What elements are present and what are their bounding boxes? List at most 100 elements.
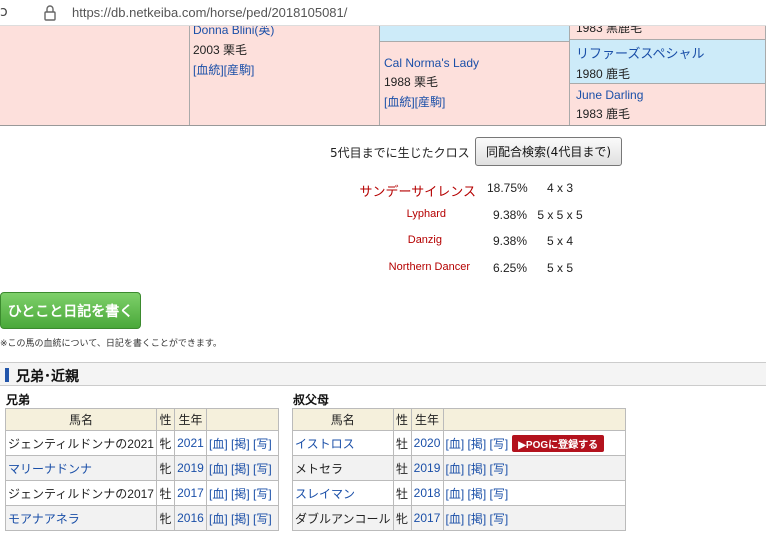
uncles-table: 馬名 性 生年 イストロス 牡 2020 [血] [掲] [写] ▶POGに登録す… xyxy=(292,408,627,531)
horse-name: ダブルアンコール xyxy=(292,505,394,531)
horse-name: メトセラ xyxy=(292,455,394,481)
write-diary-button[interactable]: ひとこと日記を書く xyxy=(0,292,141,329)
table-row: ジェンティルドンナの2017 牡 2017 [血] [掲] [写] xyxy=(5,480,280,506)
cross-horse-name[interactable]: Danzig xyxy=(408,234,442,246)
section-header-siblings: 兄弟･近親 xyxy=(0,362,766,386)
horse-sex: 牡 xyxy=(392,480,412,506)
table-row: ジェンティルドンナの2021 牝 2021 [血] [掲] [写] xyxy=(5,430,280,456)
horse-sex: 牝 xyxy=(155,505,175,531)
horse-name-link[interactable]: モアナアネラ xyxy=(8,512,80,526)
pedigree-horse-info: 1983 鹿毛 xyxy=(576,107,631,121)
horse-name-link[interactable]: イストロス xyxy=(295,437,355,451)
table-row: スレイマン 牡 2018 [血] [掲] [写] xyxy=(292,480,627,506)
cross-percent: 18.75% xyxy=(487,181,528,195)
pedigree-table: Donna Blini(英) 2003 栗毛 [血統][産駒] Cal Norm… xyxy=(0,26,766,126)
horse-name-cell: マリーナドンナ xyxy=(5,455,157,481)
cross-row: Lyphard 9.38% 5 x 5 x 5 xyxy=(0,208,766,228)
horse-name-cell: モアナアネラ xyxy=(5,505,157,531)
cross-row: Northern Dancer 6.25% 5 x 5 xyxy=(0,261,766,281)
horse-year[interactable]: 2017 xyxy=(173,480,207,506)
horse-year[interactable]: 2019 xyxy=(173,455,207,481)
cross-horse-name[interactable]: Northern Dancer xyxy=(389,261,470,273)
uncles-heading: 叔父母 xyxy=(293,393,330,407)
cross-row: Danzig 9.38% 5 x 4 xyxy=(0,234,766,254)
horse-links-cell: [血] [掲] [写] ▶POGに登録する xyxy=(442,430,627,456)
table-row: ダブルアンコール 牝 2017 [血] [掲] [写] xyxy=(292,505,627,531)
horse-sex: 牝 xyxy=(155,430,175,456)
horse-year[interactable]: 2016 xyxy=(173,505,207,531)
horse-name: ジェンティルドンナの2017 xyxy=(5,480,157,506)
horse-year[interactable]: 2019 xyxy=(410,455,444,481)
cross-horse-name[interactable]: Lyphard xyxy=(407,208,446,220)
pedigree-cell-blue xyxy=(380,26,570,42)
horse-name: ジェンティルドンナの2021 xyxy=(5,430,157,456)
horse-links[interactable]: [血] [掲] [写] xyxy=(442,455,627,481)
horse-name-link[interactable]: スレイマン xyxy=(295,487,355,501)
pedigree-horse-name[interactable]: Donna Blini(英) xyxy=(193,26,376,38)
col-header-links xyxy=(205,408,280,431)
horse-links[interactable]: [血] [掲] [写] xyxy=(205,430,280,456)
horse-sex: 牝 xyxy=(155,455,175,481)
horse-links[interactable]: [血] [掲] [写] xyxy=(442,505,627,531)
col-header-links xyxy=(442,408,627,431)
horse-year[interactable]: 2021 xyxy=(173,430,207,456)
horse-name-link[interactable]: マリーナドンナ xyxy=(8,462,92,476)
pedigree-cell-top: 1983 黒鹿毛 xyxy=(570,26,766,40)
table-header-row: 馬名 性 生年 xyxy=(5,408,280,431)
horse-links[interactable]: [血] [掲] [写] xyxy=(205,505,280,531)
col-header-year: 生年 xyxy=(410,408,444,431)
horse-links[interactable]: [血] [掲] [写] xyxy=(205,480,280,506)
url-text[interactable]: https://db.netkeiba.com/horse/ped/201810… xyxy=(72,5,347,20)
pedigree-horse-info: 1983 黒鹿毛 xyxy=(576,26,643,35)
pedigree-links[interactable]: [血統][産駒] xyxy=(384,93,566,110)
col-header-sex: 性 xyxy=(392,408,412,431)
horse-name-cell: スレイマン xyxy=(292,480,394,506)
pedigree-horse-name[interactable]: リファーズスペシャル xyxy=(576,43,759,62)
diary-note: ※この馬の血統について、日記を書くことができます。 xyxy=(0,339,222,349)
pedigree-links[interactable]: [血統][産駒] xyxy=(193,61,376,78)
cross-generation: 4 x 3 xyxy=(546,181,573,195)
cross-horse-name[interactable]: サンデーサイレンス xyxy=(360,181,476,200)
horse-sex: 牡 xyxy=(155,480,175,506)
brothers-table: 馬名 性 生年 ジェンティルドンナの2021 牝 2021 [血] [掲] [写… xyxy=(5,408,280,531)
pedigree-horse-info: 1980 鹿毛 xyxy=(576,67,631,81)
cross-generation: 5 x 5 xyxy=(546,261,573,275)
brothers-heading: 兄弟 xyxy=(6,393,31,407)
horse-year[interactable]: 2018 xyxy=(410,480,444,506)
cross-generation: 5 x 4 xyxy=(546,234,573,248)
col-header-name: 馬名 xyxy=(292,408,394,431)
pedigree-horse-name[interactable]: June Darling xyxy=(576,88,759,102)
table-row: モアナアネラ 牝 2016 [血] [掲] [写] xyxy=(5,505,280,531)
table-header-row: 馬名 性 生年 xyxy=(292,408,627,431)
pedigree-horse-name[interactable]: Cal Norma's Lady xyxy=(384,56,566,70)
table-row: イストロス 牡 2020 [血] [掲] [写] ▶POGに登録する xyxy=(292,430,627,456)
section-title: 兄弟･近親 xyxy=(16,369,79,385)
pedigree-cell-empty xyxy=(0,26,190,125)
table-row: マリーナドンナ 牝 2019 [血] [掲] [写] xyxy=(5,455,280,481)
col-header-year: 生年 xyxy=(173,408,207,431)
pedigree-cell-lyphards: リファーズスペシャル 1980 鹿毛 xyxy=(570,40,766,84)
section-bar-icon xyxy=(5,368,9,382)
horse-links[interactable]: [血] [掲] [写] xyxy=(205,455,280,481)
address-bar[interactable]: ɔ https://db.netkeiba.com/horse/ped/2018… xyxy=(0,0,766,26)
cross-label: 5代目までに生じたクロス xyxy=(330,146,470,160)
col-header-name: 馬名 xyxy=(5,408,157,431)
horse-name-cell: イストロス xyxy=(292,430,394,456)
pedigree-horse-info: 2003 栗毛 xyxy=(193,43,248,57)
cross-percent: 9.38% xyxy=(492,234,527,248)
horse-year[interactable]: 2020 xyxy=(410,430,444,456)
same-mating-search-button[interactable]: 同配合検索(4代目まで) xyxy=(475,137,622,166)
horse-links[interactable]: [血] [掲] [写] xyxy=(442,480,627,506)
lock-icon[interactable] xyxy=(42,4,58,22)
pedigree-cell-june: June Darling 1983 鹿毛 xyxy=(570,84,766,125)
horse-links[interactable]: [血] [掲] [写] xyxy=(446,437,509,451)
pedigree-horse-info: 1988 栗毛 xyxy=(384,75,439,89)
cross-row: サンデーサイレンス 18.75% 4 x 3 xyxy=(0,181,766,201)
horse-sex: 牡 xyxy=(392,430,412,456)
pog-register-button[interactable]: ▶POGに登録する xyxy=(512,434,605,452)
cross-generation: 5 x 5 x 5 xyxy=(537,208,583,222)
horse-year[interactable]: 2017 xyxy=(410,505,444,531)
refresh-icon[interactable]: ɔ xyxy=(0,4,8,20)
col-header-sex: 性 xyxy=(155,408,175,431)
pedigree-cell-donna: Donna Blini(英) 2003 栗毛 [血統][産駒] xyxy=(190,26,380,125)
